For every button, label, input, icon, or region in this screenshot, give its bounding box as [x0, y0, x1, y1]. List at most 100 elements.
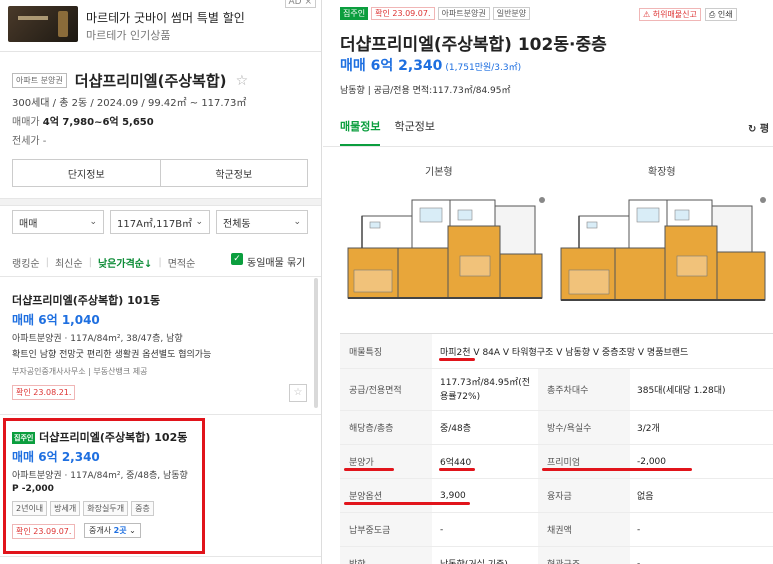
detail-meta: 남동향 | 공급/전용 면적:117.73㎡/84.95㎡ — [340, 86, 511, 96]
dong-select[interactable]: 전체동 ⌄ — [216, 210, 308, 234]
listing-desc: 아파트분양권 · 117A/84m², 38/47층, 남향 — [12, 334, 183, 344]
row-value-2: 3/2개 — [637, 424, 660, 434]
plan-label-extended: 확장형 — [648, 167, 676, 178]
same-listing-label[interactable]: 동일매물 묶기 — [247, 254, 305, 269]
chevron-down-icon: ⌄ — [195, 217, 203, 227]
report-button[interactable]: ⚠ 허위매물신고 — [639, 8, 701, 21]
row-key: 공급/전용면적 — [340, 369, 432, 410]
dong-value: 전체동 — [223, 218, 251, 230]
pyeong-label: 평 — [759, 124, 770, 135]
page: 마르테가 굿바이 썸머 특별 할인 마르테가 인기상품 AD × 아파트 분양권… — [0, 0, 773, 564]
row-key-2: 융자금 — [538, 479, 630, 512]
complex-buttons: 단지정보 학군정보 — [12, 159, 308, 187]
detail-badges: 집주인 확인 23.09.07. 아파트분양권 일반분양 — [340, 7, 531, 20]
detail-title: 더샵프리미엘(주상복합) 102동·중층 — [340, 35, 607, 55]
listing-panel: 마르테가 굿바이 썸머 특별 할인 마르테가 인기상품 AD × 아파트 분양권… — [0, 0, 322, 564]
favorite-star-icon[interactable]: ☆ — [236, 73, 249, 89]
detail-panel: 집주인 확인 23.09.07. 아파트분양권 일반분양 ⚠ 허위매물신고 ⎙ … — [323, 0, 773, 564]
row-key-2: 방수/욕실수 — [538, 411, 630, 444]
row-value: 6억440 — [440, 458, 472, 468]
filter-bar: 매매 ⌄ 117A㎡,117B㎡ ⌄ 전체동 ⌄ — [12, 210, 308, 234]
row-key-2: 현관구조 — [538, 547, 630, 564]
ad-thumbnail — [8, 6, 78, 42]
listing-title[interactable]: 더샵프리미엘(주상복합) 101동 — [12, 292, 160, 308]
row-value: 마피2천 V 84A V 타워형구조 V 남동향 V 중층조망 V 명품브랜드 — [440, 347, 689, 358]
row-key: 방향 — [340, 547, 432, 564]
refresh-icon: ↻ — [748, 124, 757, 135]
area-select[interactable]: 117A㎡,117B㎡ ⌄ — [110, 210, 210, 234]
confirm-badge: 확인 23.09.07. — [371, 7, 435, 20]
complex-header: 아파트 분양권 더샵프리미엘(주상복합) ☆ — [12, 70, 312, 91]
table-row: 공급/전용면적 117.73㎡/84.95㎡(전용률72%) 총주차대수 385… — [340, 369, 773, 411]
highlight-box — [3, 418, 205, 554]
row-value-2: 없음 — [637, 492, 654, 502]
row-value-2: 385대(세대당 1.28대) — [637, 386, 726, 396]
chevron-down-icon: ⌄ — [89, 217, 97, 227]
detail-actions: ⚠ 허위매물신고 ⎙ 인쇄 — [639, 8, 737, 21]
table-row: 분양가 6억440 프리미엄 -2,000 — [340, 445, 773, 479]
ad-close-tag[interactable]: AD × — [284, 0, 316, 8]
annotation-underline — [344, 502, 470, 505]
row-value-2: -2,000 — [637, 456, 667, 467]
row-key: 납부중도금 — [340, 513, 432, 546]
row-value-2: - — [637, 558, 641, 564]
ad-banner[interactable]: 마르테가 굿바이 썸머 특별 할인 마르테가 인기상품 AD × — [0, 0, 321, 52]
owner-badge: 집주인 — [340, 7, 369, 20]
floor-plan-extended[interactable] — [557, 186, 773, 316]
complex-meta: 300세대 / 총 2동 / 2024.09 / 99.42㎡ ~ 117.73… — [12, 98, 247, 109]
table-row: 납부중도금 - 채권액 - — [340, 513, 773, 547]
floor-plan-basic[interactable] — [340, 186, 556, 316]
divider — [0, 414, 321, 415]
listing-desc-extra: 확트인 남향 전망굿 편리한 생활권 옵션별도 협의가능 — [12, 350, 212, 360]
plan-label-basic: 기본형 — [425, 167, 453, 178]
complex-info-button[interactable]: 단지정보 — [12, 159, 161, 187]
row-value-2: - — [637, 524, 641, 535]
divider — [0, 276, 321, 277]
row-key: 해당층/총층 — [340, 411, 432, 444]
table-row: 방향 남동향(거실 기준) 현관구조 - — [340, 547, 773, 564]
table-row: 분양옵션 3,900 융자금 없음 — [340, 479, 773, 513]
complex-name[interactable]: 더샵프리미엘(주상복합) — [75, 72, 227, 90]
chevron-down-icon: ⌄ — [293, 217, 301, 227]
row-value: - — [440, 524, 444, 535]
sale-type-badge: 일반분양 — [492, 7, 531, 20]
print-button[interactable]: ⎙ 인쇄 — [704, 8, 737, 21]
annotation-underline — [439, 358, 475, 361]
ad-subtitle: 마르테가 인기상품 — [86, 29, 171, 42]
trade-price-range: 매매가 4억 7,980~6억 5,650 — [12, 113, 154, 128]
type-badge: 아파트분양권 — [437, 7, 490, 20]
listing-price: 매매 6억 1,040 — [12, 313, 100, 327]
print-label: 인쇄 — [717, 10, 733, 19]
detail-price-value: 매매 6억 2,340 — [340, 58, 443, 74]
annotation-underline — [542, 468, 692, 471]
sort-ranking[interactable]: 랭킹순 — [12, 255, 40, 270]
detail-price-per: (1,751만원/3.3㎡) — [445, 63, 522, 73]
row-value: 남동향(거실 기준) — [440, 547, 508, 564]
row-key-2: 총주차대수 — [538, 369, 630, 410]
row-key: 분양옵션 — [340, 479, 432, 512]
pyeong-toggle[interactable]: ↻ 평 — [748, 120, 769, 135]
trade-type-value: 매매 — [19, 218, 38, 230]
checkbox-checked-icon[interactable]: ✓ — [231, 253, 243, 265]
row-key-2: 채권액 — [538, 513, 630, 546]
tab-listing-info[interactable]: 매물정보 — [340, 118, 381, 146]
listing-scrollbar[interactable] — [314, 278, 318, 408]
sort-low-price[interactable]: 낮은가격순↓ — [98, 255, 152, 270]
trade-price-label: 매매가 — [12, 117, 40, 128]
row-key-2: 프리미엄 — [538, 445, 630, 478]
area-value: 117A㎡,117B㎡ — [117, 218, 193, 230]
bookmark-star-icon[interactable]: ☆ — [289, 384, 307, 402]
trade-price-value: 4억 7,980~6억 5,650 — [42, 117, 154, 128]
sort-latest[interactable]: 최신순 — [55, 255, 83, 270]
detail-tabs: 매물정보 학군정보 — [340, 118, 435, 146]
listing-confirm-date: 확인 23.08.21. — [12, 385, 76, 400]
tab-school-info[interactable]: 학군정보 — [394, 118, 434, 146]
row-value: 중/48층 — [440, 424, 472, 434]
ad-title[interactable]: 마르테가 굿바이 썸머 특별 할인 — [86, 9, 245, 26]
school-info-button[interactable]: 학군정보 — [160, 159, 308, 187]
trade-type-select[interactable]: 매매 ⌄ — [12, 210, 104, 234]
listing-agent: 부자공인중개사사무소 | 부동산뱅크 제공 — [12, 367, 148, 376]
sort-area[interactable]: 면적순 — [168, 255, 196, 270]
jeonse-price: 전세가 - — [12, 136, 47, 147]
row-key: 매물특징 — [340, 334, 432, 368]
